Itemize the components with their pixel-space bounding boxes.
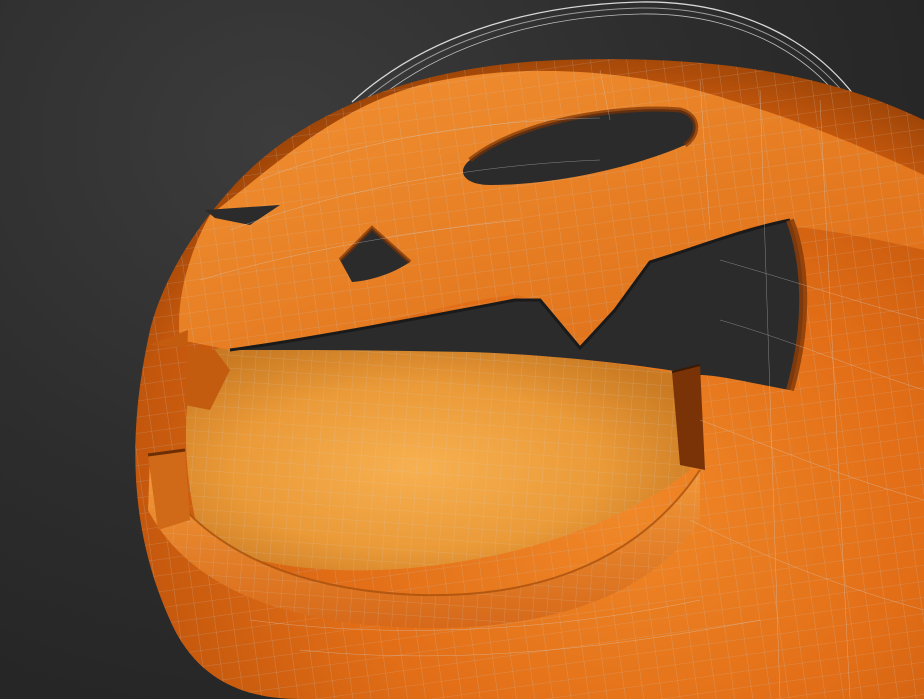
3d-viewport[interactable] — [0, 0, 924, 699]
pumpkin-model-render[interactable] — [0, 0, 924, 699]
